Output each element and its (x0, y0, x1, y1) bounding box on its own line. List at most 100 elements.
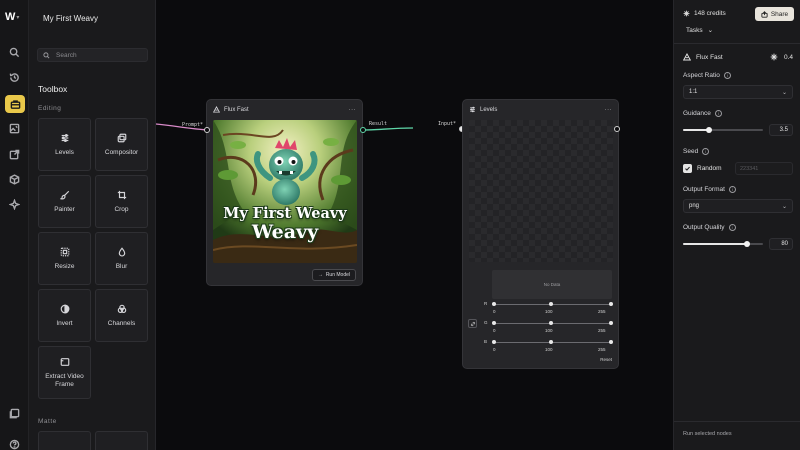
node-title: Flux Fast (224, 106, 249, 113)
random-checkbox[interactable] (683, 164, 692, 173)
output-quality-value[interactable]: 80 (769, 238, 793, 250)
tool-matte-2[interactable] (95, 431, 148, 450)
chevron-down-icon: ▾ (16, 14, 20, 21)
export-icon[interactable] (6, 146, 23, 163)
section-label-matte: Matte (38, 418, 57, 425)
guidance-label: Guidance i (683, 110, 722, 117)
tool-label: Extract Video Frame (45, 372, 84, 388)
levels-max-knob[interactable] (609, 321, 613, 325)
histogram-placeholder: No Data (492, 270, 612, 299)
generated-image: My First Weavy Weavy (213, 120, 357, 263)
info-icon[interactable]: i (728, 186, 736, 193)
output-quality-slider[interactable] (683, 239, 763, 249)
link-channels-icon[interactable] (468, 319, 477, 328)
guidance-value[interactable]: 3.5 (769, 124, 793, 136)
arrow-right-icon: → (317, 272, 323, 278)
tool-matte-1[interactable] (38, 431, 91, 450)
reset-button[interactable]: Reset (600, 357, 612, 362)
guidance-slider[interactable] (683, 125, 763, 135)
credits-indicator[interactable]: 148 credits (683, 10, 726, 17)
image-edit-icon[interactable] (6, 120, 23, 137)
tool-blur[interactable]: Blur (95, 232, 148, 285)
run-model-button[interactable]: → Run Model (311, 269, 356, 281)
section-label-editing: Editing (38, 105, 62, 112)
prompt-input-port[interactable] (204, 127, 210, 133)
sliders-icon (470, 106, 475, 113)
crop-icon (117, 190, 126, 199)
tool-label: Levels (55, 148, 74, 156)
resize-icon (60, 247, 69, 256)
seed-input[interactable] (735, 162, 793, 175)
levels-min-knob[interactable] (492, 340, 496, 344)
flux-logo-icon (213, 106, 220, 113)
tool-compositor[interactable]: Compositor (95, 118, 148, 171)
model-cost: 0.4 (770, 53, 793, 61)
info-icon[interactable]: i (728, 224, 736, 231)
chevron-down-icon: ⌄ (781, 89, 787, 96)
tool-painter[interactable]: Painter (38, 175, 91, 228)
search-box[interactable] (37, 48, 148, 62)
tool-resize[interactable]: Resize (38, 232, 91, 285)
weavy-logo[interactable]: W ▾ (5, 10, 25, 24)
node-header[interactable]: Flux Fast (213, 106, 249, 113)
sparkle-icon (683, 10, 690, 17)
slider-knob[interactable] (706, 127, 713, 133)
levels-mid-knob[interactable] (549, 340, 553, 344)
rail-search-icon[interactable] (6, 44, 23, 61)
model-row: Flux Fast 0.4 (683, 53, 793, 61)
tool-label: Blur (115, 262, 128, 270)
channels-icon (117, 304, 126, 313)
search-input[interactable] (56, 51, 141, 59)
layers-icon (117, 133, 126, 142)
flux-fast-node[interactable]: Flux Fast ... My First Weavy Weavy → Run… (206, 99, 363, 286)
tasks-dropdown[interactable]: Tasks ⌄ (686, 26, 713, 35)
tool-extract-video-frame[interactable]: Extract Video Frame (38, 346, 91, 399)
node-menu-icon[interactable]: ... (605, 105, 612, 112)
divider (674, 43, 800, 44)
history-icon[interactable] (6, 69, 23, 86)
levels-output-port[interactable] (614, 126, 620, 132)
info-icon[interactable]: i (723, 72, 731, 79)
prompt-port-label: Prompt* (182, 122, 204, 128)
cube-icon[interactable] (6, 171, 23, 188)
aspect-ratio-label: Aspect Ratio i (683, 72, 731, 79)
levels-max-knob[interactable] (609, 340, 613, 344)
tool-channels[interactable]: Channels (95, 289, 148, 342)
info-icon[interactable]: i (702, 148, 710, 155)
levels-mid-knob[interactable] (549, 321, 553, 325)
gallery-icon[interactable] (6, 405, 23, 422)
levels-node[interactable]: Levels ... No Data R 0 100 255 G 0 100 2… (462, 99, 619, 369)
slider-knob[interactable] (744, 241, 750, 247)
node-title: Levels (480, 106, 498, 113)
tool-invert[interactable]: Invert (38, 289, 91, 342)
project-title[interactable]: My First Weavy (43, 14, 98, 23)
tool-levels[interactable]: Levels (38, 118, 91, 171)
share-button[interactable]: Share (755, 7, 794, 21)
node-menu-icon[interactable]: ... (349, 105, 356, 112)
toolbox-icon[interactable] (5, 95, 25, 113)
run-selected-label: Run selected nodes (683, 431, 732, 437)
sparkle-icon[interactable] (6, 196, 23, 213)
output-format-select[interactable]: png ⌄ (683, 199, 793, 213)
aspect-ratio-select[interactable]: 1:1 ⌄ (683, 85, 793, 99)
toolbox-title: Toolbox (38, 84, 68, 94)
result-port-label: Result (369, 121, 388, 127)
share-icon (761, 10, 768, 18)
info-icon[interactable]: i (714, 110, 722, 117)
help-icon[interactable] (6, 436, 23, 450)
levels-mid-knob[interactable] (549, 302, 553, 306)
node-canvas[interactable]: Flux Fast ... My First Weavy Weavy → Run… (156, 0, 673, 450)
check-icon (685, 166, 690, 171)
divider (674, 421, 800, 422)
icon-rail: W ▾ (0, 0, 29, 450)
node-header[interactable]: Levels (469, 106, 497, 113)
tool-crop[interactable]: Crop (95, 175, 148, 228)
levels-min-knob[interactable] (492, 302, 496, 306)
levels-min-knob[interactable] (492, 321, 496, 325)
output-quality-label: Output Quality i (683, 224, 736, 231)
tool-label: Painter (54, 205, 75, 213)
seed-random-toggle[interactable]: Random (683, 164, 722, 173)
result-output-port[interactable] (360, 127, 366, 133)
video-frame-icon (60, 357, 69, 366)
levels-max-knob[interactable] (609, 302, 613, 306)
